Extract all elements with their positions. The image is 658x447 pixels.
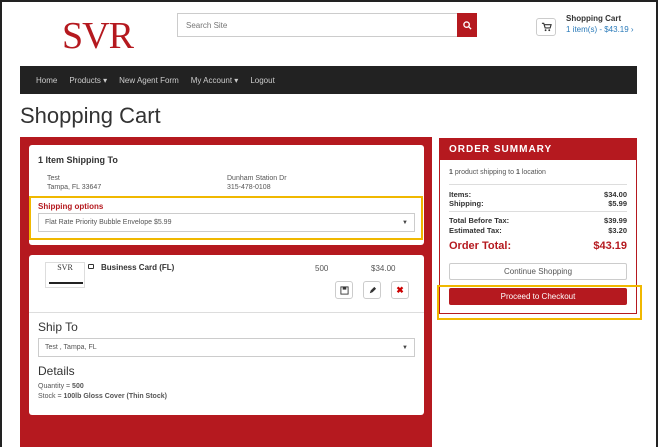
stock-value: 100lb Gloss Cover (Thin Stock) — [63, 393, 167, 400]
ship-to-value: Test , Tampa, FL — [45, 344, 97, 351]
total-value: $43.19 — [593, 240, 627, 252]
order-summary-heading: ORDER SUMMARY — [439, 138, 637, 160]
cart-summary-link[interactable]: 1 item(s) - $43.19 › — [566, 25, 634, 34]
tax-row: Estimated Tax: $3.20 — [449, 226, 627, 235]
ship-name: Test — [47, 175, 60, 182]
divider — [449, 184, 627, 185]
cart-button[interactable] — [536, 18, 556, 36]
details-quantity: Quantity = 500 — [38, 383, 84, 390]
before-tax-value: $39.99 — [604, 216, 627, 225]
close-icon: ✖ — [396, 284, 404, 295]
page-title: Shopping Cart — [20, 103, 161, 128]
item-thumbnail: SVR — [45, 262, 85, 288]
tax-label: Estimated Tax: — [449, 226, 502, 235]
cart-title: Shopping Cart — [566, 14, 622, 23]
highlight-checkout — [437, 285, 642, 320]
thumbnail-logo: SVR — [57, 263, 73, 272]
main-nav: Home Products ▾ New Agent Form My Accoun… — [20, 66, 637, 94]
tax-value: $3.20 — [608, 226, 627, 235]
stock-label: Stock = — [38, 393, 64, 400]
search-button[interactable] — [457, 13, 477, 37]
ship-to-heading: Ship To — [38, 320, 78, 334]
item-price: $34.00 — [371, 264, 396, 273]
quantity-label: Quantity = — [38, 383, 73, 390]
items-row: Items: $34.00 — [449, 190, 627, 199]
remove-button[interactable]: ✖ — [391, 281, 409, 299]
item-quantity: 500 — [315, 264, 329, 273]
pencil-icon — [369, 286, 376, 293]
nav-my-account[interactable]: My Account ▾ — [191, 76, 239, 85]
ship-city: Tampa, FL 33647 — [47, 184, 102, 191]
save-button[interactable] — [335, 281, 353, 299]
shipping-value: $5.99 — [608, 199, 627, 208]
ship-phone: 315-478-0108 — [227, 184, 271, 191]
summary-text-a: product shipping to — [452, 169, 516, 176]
ship-to-select[interactable]: Test , Tampa, FL ▼ — [38, 338, 415, 357]
save-icon — [339, 285, 349, 295]
details-stock: Stock = 100lb Gloss Cover (Thin Stock) — [38, 393, 167, 400]
search-bar — [177, 13, 477, 37]
camera-icon — [88, 264, 94, 269]
before-tax-label: Total Before Tax: — [449, 216, 510, 225]
total-label: Order Total: — [449, 240, 512, 252]
nav-home[interactable]: Home — [36, 76, 57, 85]
items-label: Items: — [449, 190, 472, 199]
quantity-value: 500 — [72, 383, 84, 390]
cart-icon — [541, 22, 552, 32]
nav-new-agent-form[interactable]: New Agent Form — [119, 76, 179, 85]
details-heading: Details — [38, 364, 75, 378]
ship-street: Dunham Station Dr — [227, 175, 287, 182]
shipping-heading: 1 Item Shipping To — [38, 155, 118, 165]
before-tax-row: Total Before Tax: $39.99 — [449, 216, 627, 225]
order-total-row: Order Total: $43.19 — [449, 240, 627, 252]
edit-button[interactable] — [363, 281, 381, 299]
search-input[interactable] — [177, 13, 457, 37]
item-card — [29, 255, 424, 415]
summary-text-b: location — [519, 169, 546, 176]
shipping-label: Shipping: — [449, 199, 484, 208]
nav-logout[interactable]: Logout — [250, 76, 274, 85]
nav-products[interactable]: Products ▾ — [69, 76, 107, 85]
search-icon — [462, 20, 472, 30]
divider — [449, 211, 627, 212]
highlight-shipping-options — [29, 196, 423, 240]
shipping-row: Shipping: $5.99 — [449, 199, 627, 208]
summary-shipping-text: 1 product shipping to 1 location — [449, 169, 546, 176]
continue-shopping-button[interactable]: Continue Shopping — [449, 263, 627, 280]
items-value: $34.00 — [604, 190, 627, 199]
item-name: Business Card (FL) — [101, 263, 175, 272]
chevron-down-icon: ▼ — [402, 344, 408, 351]
divider — [29, 312, 424, 313]
logo[interactable]: SVR — [62, 14, 134, 58]
